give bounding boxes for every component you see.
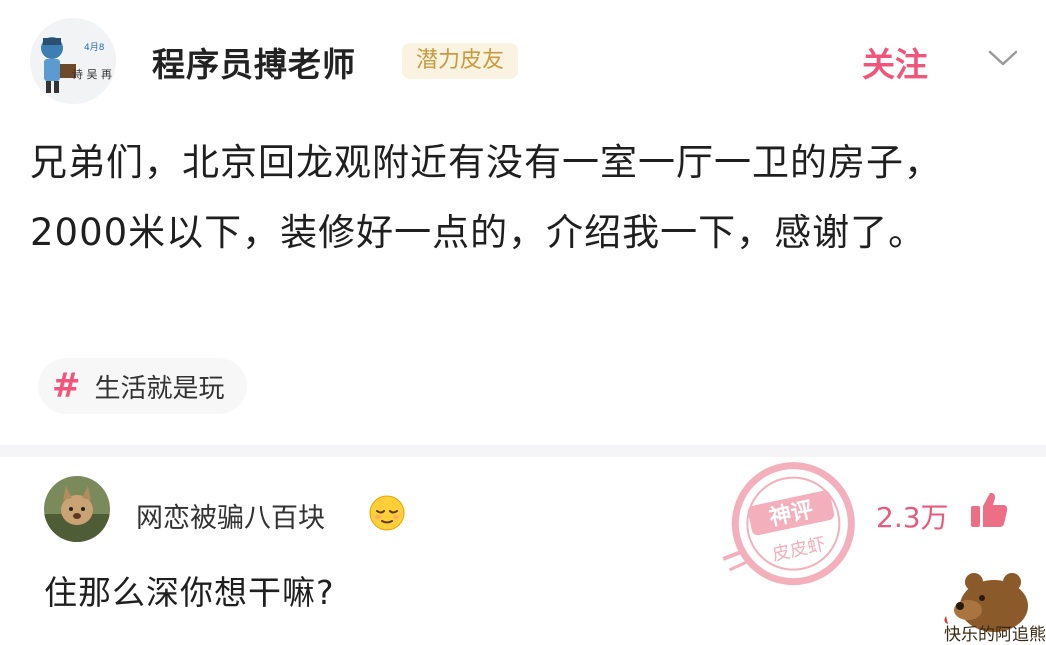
stamp-line2: 皮皮虾 bbox=[770, 534, 827, 566]
watermark-text: 快乐的阿追熊 bbox=[944, 625, 1046, 645]
post-text: 兄弟们，北京回龙观附近有没有一室一厅一卫的房子，2000米以下，装修好一点的，介… bbox=[30, 141, 942, 254]
like-count: 2.3万 bbox=[876, 501, 949, 534]
author-name[interactable]: 程序员搏老师 bbox=[152, 38, 356, 86]
avatar-caption: 诗 吴 再 bbox=[72, 67, 112, 81]
thumbs-up-icon[interactable] bbox=[968, 490, 1010, 530]
follow-button[interactable]: 关注 bbox=[862, 38, 928, 86]
svg-text:4月8: 4月8 bbox=[84, 42, 105, 53]
section-divider bbox=[0, 445, 1046, 457]
comment-text: 住那么深你想干嘛? bbox=[44, 573, 335, 612]
commenter-avatar[interactable] bbox=[44, 476, 110, 542]
commenter-name[interactable]: 网恋被骗八百块 bbox=[136, 496, 325, 535]
god-comment-stamp-icon: 神评 皮皮虾 bbox=[712, 452, 872, 602]
author-badge: 潜力皮友 bbox=[402, 43, 519, 79]
topic-tag[interactable]: # 生活就是玩 bbox=[38, 358, 247, 414]
hashtag-icon: # bbox=[52, 366, 81, 406]
relieved-face-icon bbox=[368, 494, 406, 532]
chevron-down-icon[interactable] bbox=[985, 44, 1021, 72]
topic-label: 生活就是玩 bbox=[94, 373, 225, 404]
author-avatar[interactable]: 4月8 诗 吴 再 bbox=[30, 18, 116, 104]
